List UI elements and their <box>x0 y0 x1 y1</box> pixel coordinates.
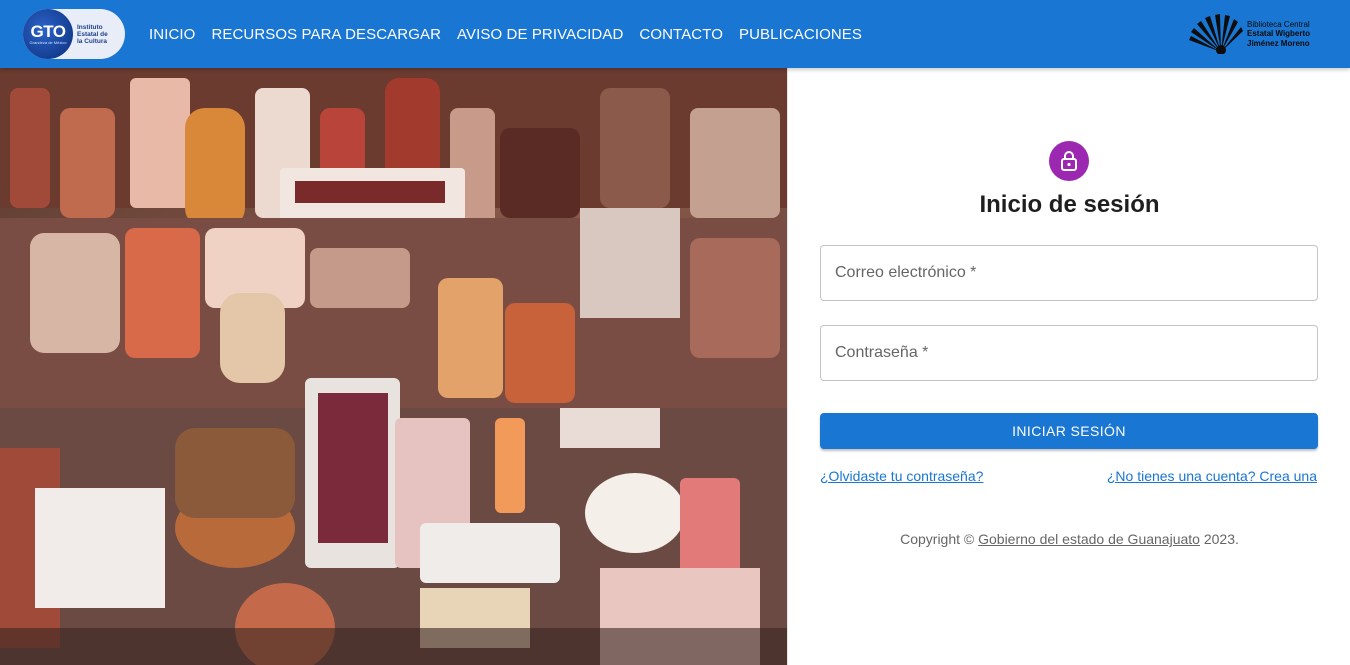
login-avatar <box>1049 141 1089 181</box>
gobierno-link[interactable]: Gobierno del estado de Guanajuato <box>978 531 1200 547</box>
nav-aviso-privacidad[interactable]: AVISO DE PRIVACIDAD <box>457 26 623 43</box>
nav-recursos[interactable]: RECURSOS PARA DESCARGAR <box>211 26 441 43</box>
login-button[interactable]: INICIAR SESIÓN <box>820 413 1318 449</box>
copyright: Copyright © Gobierno del estado de Guana… <box>788 531 1350 547</box>
main-nav: INICIO RECURSOS PARA DESCARGAR AVISO DE … <box>149 0 878 68</box>
gto-logo-mark: GTO Grandeza de México <box>23 9 73 59</box>
instituto-logo-label: Instituto Estatal de la Cultura <box>77 23 108 45</box>
forgot-password-link[interactable]: ¿Olvidaste tu contraseña? <box>820 468 983 484</box>
signup-link[interactable]: ¿No tienes una cuenta? Crea una <box>1107 468 1317 484</box>
lock-icon <box>1061 151 1077 171</box>
top-app-bar: GTO Grandeza de México Instituto Estatal… <box>0 0 1350 68</box>
password-field-label: Contraseña * <box>835 344 929 361</box>
copyright-prefix: Copyright © <box>900 531 979 547</box>
login-panel: Inicio de sesión Correo electrónico * Co… <box>787 68 1350 665</box>
login-title: Inicio de sesión <box>979 191 1160 218</box>
biblioteca-logo-label: Biblioteca Central Estatal Wigberto Jimé… <box>1247 19 1311 48</box>
biblioteca-sunburst-icon <box>1189 14 1243 54</box>
nav-contacto[interactable]: CONTACTO <box>639 26 723 43</box>
email-field-label: Correo electrónico * <box>835 264 977 281</box>
copyright-suffix: 2023. <box>1199 531 1239 547</box>
password-field[interactable]: Contraseña * <box>820 325 1318 381</box>
gto-logo-text: GTO <box>30 22 66 41</box>
biblioteca-logo[interactable]: Biblioteca Central Estatal Wigberto Jimé… <box>1187 13 1327 55</box>
market-sweets-photo <box>0 68 787 665</box>
instituto-cultura-logo[interactable]: GTO Grandeza de México Instituto Estatal… <box>23 9 125 59</box>
gto-logo-subtext: Grandeza de México <box>29 40 67 45</box>
market-photo-illustration <box>0 68 787 665</box>
nav-inicio[interactable]: INICIO <box>149 26 195 43</box>
nav-publicaciones[interactable]: PUBLICACIONES <box>739 26 862 43</box>
email-field[interactable]: Correo electrónico * <box>820 245 1318 301</box>
